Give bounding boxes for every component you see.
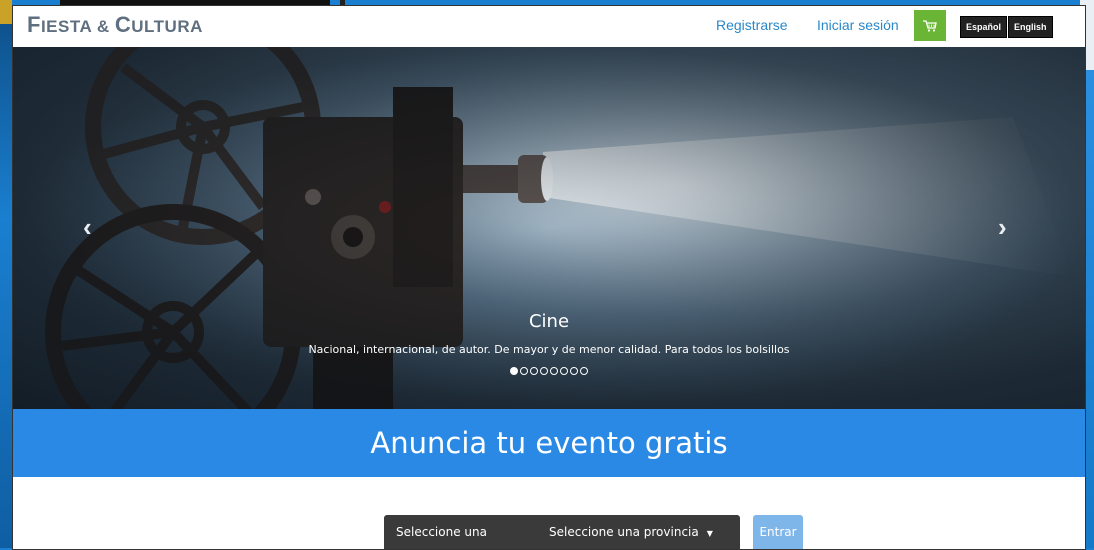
carousel-dot-7[interactable] — [570, 367, 578, 375]
desktop-background-left — [0, 0, 12, 548]
login-link[interactable]: Iniciar sesión — [817, 17, 899, 33]
logo-letter-f: F — [27, 12, 41, 37]
province-select-label: Seleccione una provincia — [549, 525, 699, 539]
slide-subtitle: Nacional, internacional, de autor. De ma… — [308, 343, 790, 356]
logo-letter-c: C — [114, 12, 132, 37]
carousel-dot-3[interactable] — [530, 367, 538, 375]
promo-banner[interactable]: Anuncia tu evento gratis — [13, 409, 1085, 477]
search-bar: Seleccione una categoría▼ Seleccione una… — [13, 477, 1085, 549]
logo-word-fiesta: IESTA — [40, 17, 92, 36]
logo-word-cultura: ULTURA — [131, 17, 203, 36]
category-select[interactable]: Seleccione una categoría▼ — [384, 515, 557, 549]
shopping-cart-icon — [923, 19, 937, 32]
carousel-dot-1[interactable] — [510, 367, 518, 375]
hero-carousel: ‹ › Cine Nacional, internacional, de aut… — [13, 47, 1085, 409]
desktop-icon-fragment — [0, 0, 12, 24]
slide-title: Cine — [528, 311, 570, 332]
promo-banner-text: Anuncia tu evento gratis — [370, 426, 728, 460]
chevron-down-icon: ▼ — [706, 529, 713, 538]
language-spanish-button[interactable]: Español — [960, 16, 1008, 38]
carousel-dot-2[interactable] — [520, 367, 528, 375]
carousel-dot-4[interactable] — [540, 367, 548, 375]
language-english-button[interactable]: English — [1008, 16, 1053, 38]
carousel-dot-6[interactable] — [560, 367, 568, 375]
carousel-dot-8[interactable] — [580, 367, 588, 375]
carousel-indicators — [13, 367, 1085, 375]
carousel-next-icon[interactable]: › — [998, 212, 1007, 243]
category-select-label: Seleccione una categoría — [396, 525, 487, 539]
browser-window: FIESTA & CULTURA Registrarse Iniciar ses… — [12, 5, 1086, 550]
cart-button[interactable] — [914, 10, 946, 41]
carousel-prev-icon[interactable]: ‹ — [83, 212, 92, 243]
register-link[interactable]: Registrarse — [716, 17, 788, 33]
submit-button[interactable]: Entrar — [753, 515, 803, 549]
site-header: FIESTA & CULTURA Registrarse Iniciar ses… — [13, 6, 1085, 47]
site-logo[interactable]: FIESTA & CULTURA — [27, 12, 203, 38]
carousel-dot-5[interactable] — [550, 367, 558, 375]
province-select[interactable]: Seleccione una provincia ▼ — [537, 515, 740, 549]
logo-ampersand: & — [96, 17, 110, 36]
